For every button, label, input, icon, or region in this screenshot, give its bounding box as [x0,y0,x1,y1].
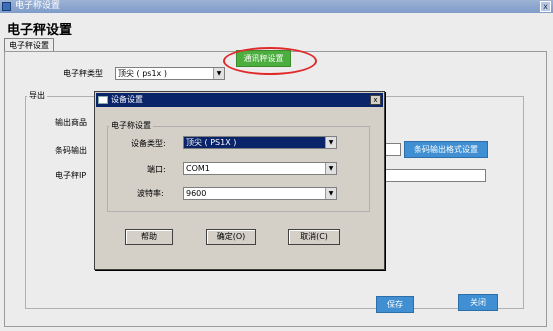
dialog-close-icon[interactable]: x [370,95,381,105]
scale-type-value: 顶尖 ( ps1x ) [118,69,167,78]
port-select[interactable]: COM1 ▼ [183,162,337,175]
device-type-label: 设备类型: [131,139,166,148]
device-type-select[interactable]: 顶尖 ( PS1X ) ▼ [183,136,337,149]
export-group-title: 导出 [27,90,47,101]
scale-type-label: 电子秤类型 [63,69,103,78]
baud-rate-value: 9600 [186,189,207,198]
scale-ip-label: 电子秤IP [55,171,87,180]
help-button[interactable]: 帮助 [125,229,173,245]
dropdown-arrow-icon[interactable]: ▼ [325,188,336,199]
app-icon [2,2,11,11]
barcode-output-field[interactable] [385,143,401,156]
scale-ip-field[interactable] [385,169,486,182]
port-value: COM1 [186,164,210,173]
highlight-ring [223,47,317,75]
dropdown-arrow-icon[interactable]: ▼ [213,68,224,79]
output-product-label: 输出商品 [55,118,87,127]
baud-rate-select[interactable]: 9600 ▼ [183,187,337,200]
port-label: 端口: [147,165,166,174]
scale-type-select[interactable]: 顶尖 ( ps1x ) ▼ [115,67,225,80]
window-title: 电子称设置 [15,1,61,11]
device-type-value: 顶尖 ( PS1X ) [186,138,237,147]
scale-settings-group-title: 电子称设置 [109,120,153,131]
tab-scale-settings[interactable]: 电子秤设置 [4,38,54,52]
close-button[interactable]: 关闭 [458,294,498,311]
page-title: 电子秤设置 [7,23,73,38]
barcode-output-label: 条码输出 [55,146,87,155]
barcode-format-button[interactable]: 条码输出格式设置 [404,141,488,158]
close-icon[interactable]: x [540,1,551,12]
ok-button[interactable]: 确定(O) [206,229,256,245]
window-titlebar: 电子称设置 x [0,0,553,13]
dialog-icon [98,96,108,104]
dropdown-arrow-icon[interactable]: ▼ [325,137,336,148]
dialog-title: 设备设置 [111,95,143,104]
cancel-button[interactable]: 取消(C) [288,229,340,245]
dialog-titlebar: 设备设置 x [96,93,383,107]
dropdown-arrow-icon[interactable]: ▼ [325,163,336,174]
baud-rate-label: 波特率: [137,189,164,198]
device-settings-dialog: 设备设置 x 电子称设置 设备类型: 顶尖 ( PS1X ) ▼ 端口: COM… [94,91,385,270]
save-button[interactable]: 保存 [376,296,414,313]
